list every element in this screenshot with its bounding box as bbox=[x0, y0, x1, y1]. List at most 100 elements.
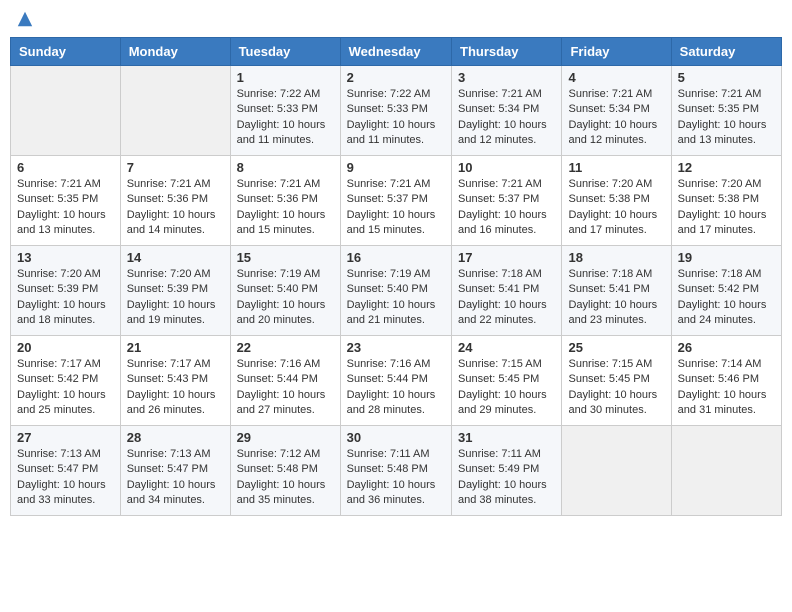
day-info: Sunrise: 7:21 AMSunset: 5:34 PMDaylight:… bbox=[568, 87, 664, 149]
calendar-day-cell: 15 Sunrise: 7:19 AMSunset: 5:40 PMDayligh… bbox=[230, 246, 340, 336]
day-of-week-header: Sunday bbox=[11, 38, 121, 66]
day-number: 3 bbox=[458, 70, 555, 85]
day-info: Sunrise: 7:15 AMSunset: 5:45 PMDaylight:… bbox=[568, 357, 664, 419]
day-info: Sunrise: 7:15 AMSunset: 5:45 PMDaylight:… bbox=[458, 357, 555, 419]
calendar-day-cell: 12Sunrise: 7:20 AMSunset: 5:38 PMDayligh… bbox=[671, 156, 781, 246]
day-info: Sunrise: 7:20 AMSunset: 5:38 PMDaylight:… bbox=[568, 177, 664, 239]
day-info: Sunrise: 7:21 AMSunset: 5:37 PMDaylight:… bbox=[458, 177, 555, 239]
calendar-day-cell: 2 Sunrise: 7:22 AMSunset: 5:33 PMDaylight… bbox=[340, 66, 451, 156]
calendar-day-cell: 25 Sunrise: 7:15 AMSunset: 5:45 PMDayligh… bbox=[562, 336, 671, 426]
day-number: 27 bbox=[17, 430, 114, 445]
day-number: 13 bbox=[17, 250, 114, 265]
day-number: 20 bbox=[17, 340, 114, 355]
day-info: Sunrise: 7:17 AMSunset: 5:42 PMDaylight:… bbox=[17, 357, 114, 419]
day-info: Sunrise: 7:22 AMSunset: 5:33 PMDaylight:… bbox=[347, 87, 445, 149]
day-info: Sunrise: 7:11 AMSunset: 5:49 PMDaylight:… bbox=[458, 447, 555, 509]
calendar-day-cell: 28 Sunrise: 7:13 AMSunset: 5:47 PMDayligh… bbox=[120, 426, 230, 516]
day-info: Sunrise: 7:21 AMSunset: 5:35 PMDaylight:… bbox=[678, 87, 775, 149]
day-number: 28 bbox=[127, 430, 224, 445]
calendar-day-cell: 5 Sunrise: 7:21 AMSunset: 5:35 PMDaylight… bbox=[671, 66, 781, 156]
calendar-week-row: 27 Sunrise: 7:13 AMSunset: 5:47 PMDayligh… bbox=[11, 426, 782, 516]
logo bbox=[14, 10, 34, 33]
day-of-week-header: Monday bbox=[120, 38, 230, 66]
day-info: Sunrise: 7:19 AMSunset: 5:40 PMDaylight:… bbox=[347, 267, 445, 329]
day-number: 26 bbox=[678, 340, 775, 355]
day-number: 1 bbox=[237, 70, 334, 85]
day-of-week-header: Friday bbox=[562, 38, 671, 66]
calendar-day-cell bbox=[562, 426, 671, 516]
calendar-day-cell: 23 Sunrise: 7:16 AMSunset: 5:44 PMDayligh… bbox=[340, 336, 451, 426]
calendar-day-cell: 17Sunrise: 7:18 AMSunset: 5:41 PMDayligh… bbox=[452, 246, 562, 336]
calendar-day-cell: 6 Sunrise: 7:21 AMSunset: 5:35 PMDaylight… bbox=[11, 156, 121, 246]
day-info: Sunrise: 7:14 AMSunset: 5:46 PMDaylight:… bbox=[678, 357, 775, 419]
calendar-week-row: 20 Sunrise: 7:17 AMSunset: 5:42 PMDayligh… bbox=[11, 336, 782, 426]
calendar-day-cell: 31Sunrise: 7:11 AMSunset: 5:49 PMDayligh… bbox=[452, 426, 562, 516]
calendar-day-cell: 21 Sunrise: 7:17 AMSunset: 5:43 PMDayligh… bbox=[120, 336, 230, 426]
day-info: Sunrise: 7:18 AMSunset: 5:41 PMDaylight:… bbox=[568, 267, 664, 329]
day-number: 7 bbox=[127, 160, 224, 175]
day-number: 9 bbox=[347, 160, 445, 175]
calendar-day-cell: 9 Sunrise: 7:21 AMSunset: 5:37 PMDaylight… bbox=[340, 156, 451, 246]
day-number: 14 bbox=[127, 250, 224, 265]
day-info: Sunrise: 7:21 AMSunset: 5:36 PMDaylight:… bbox=[237, 177, 334, 239]
day-number: 29 bbox=[237, 430, 334, 445]
day-info: Sunrise: 7:16 AMSunset: 5:44 PMDaylight:… bbox=[347, 357, 445, 419]
day-number: 17 bbox=[458, 250, 555, 265]
calendar-day-cell: 14 Sunrise: 7:20 AMSunset: 5:39 PMDayligh… bbox=[120, 246, 230, 336]
day-number: 21 bbox=[127, 340, 224, 355]
day-info: Sunrise: 7:21 AMSunset: 5:37 PMDaylight:… bbox=[347, 177, 445, 239]
calendar-day-cell: 30 Sunrise: 7:11 AMSunset: 5:48 PMDayligh… bbox=[340, 426, 451, 516]
day-info: Sunrise: 7:20 AMSunset: 5:39 PMDaylight:… bbox=[127, 267, 224, 329]
day-info: Sunrise: 7:18 AMSunset: 5:42 PMDaylight:… bbox=[678, 267, 775, 329]
calendar-day-cell: 20 Sunrise: 7:17 AMSunset: 5:42 PMDayligh… bbox=[11, 336, 121, 426]
day-of-week-header: Tuesday bbox=[230, 38, 340, 66]
calendar-day-cell: 29 Sunrise: 7:12 AMSunset: 5:48 PMDayligh… bbox=[230, 426, 340, 516]
calendar-week-row: 1 Sunrise: 7:22 AMSunset: 5:33 PMDaylight… bbox=[11, 66, 782, 156]
calendar-day-cell: 8 Sunrise: 7:21 AMSunset: 5:36 PMDaylight… bbox=[230, 156, 340, 246]
day-info: Sunrise: 7:20 AMSunset: 5:39 PMDaylight:… bbox=[17, 267, 114, 329]
day-number: 15 bbox=[237, 250, 334, 265]
calendar-week-row: 6 Sunrise: 7:21 AMSunset: 5:35 PMDaylight… bbox=[11, 156, 782, 246]
logo-icon bbox=[16, 10, 34, 28]
day-info: Sunrise: 7:13 AMSunset: 5:47 PMDaylight:… bbox=[127, 447, 224, 509]
day-number: 19 bbox=[678, 250, 775, 265]
day-info: Sunrise: 7:12 AMSunset: 5:48 PMDaylight:… bbox=[237, 447, 334, 509]
calendar-day-cell: 27 Sunrise: 7:13 AMSunset: 5:47 PMDayligh… bbox=[11, 426, 121, 516]
day-info: Sunrise: 7:22 AMSunset: 5:33 PMDaylight:… bbox=[237, 87, 334, 149]
day-info: Sunrise: 7:21 AMSunset: 5:34 PMDaylight:… bbox=[458, 87, 555, 149]
calendar-day-cell: 10 Sunrise: 7:21 AMSunset: 5:37 PMDayligh… bbox=[452, 156, 562, 246]
calendar-day-cell: 7 Sunrise: 7:21 AMSunset: 5:36 PMDaylight… bbox=[120, 156, 230, 246]
day-number: 4 bbox=[568, 70, 664, 85]
day-number: 11 bbox=[568, 160, 664, 175]
day-number: 5 bbox=[678, 70, 775, 85]
day-of-week-header: Thursday bbox=[452, 38, 562, 66]
day-info: Sunrise: 7:21 AMSunset: 5:35 PMDaylight:… bbox=[17, 177, 114, 239]
day-number: 10 bbox=[458, 160, 555, 175]
page-header bbox=[10, 10, 782, 33]
day-info: Sunrise: 7:11 AMSunset: 5:48 PMDaylight:… bbox=[347, 447, 445, 509]
calendar-day-cell: 3 Sunrise: 7:21 AMSunset: 5:34 PMDaylight… bbox=[452, 66, 562, 156]
day-number: 23 bbox=[347, 340, 445, 355]
calendar-day-cell: 11 Sunrise: 7:20 AMSunset: 5:38 PMDayligh… bbox=[562, 156, 671, 246]
calendar-day-cell: 24 Sunrise: 7:15 AMSunset: 5:45 PMDayligh… bbox=[452, 336, 562, 426]
day-number: 25 bbox=[568, 340, 664, 355]
day-info: Sunrise: 7:21 AMSunset: 5:36 PMDaylight:… bbox=[127, 177, 224, 239]
day-number: 8 bbox=[237, 160, 334, 175]
day-number: 2 bbox=[347, 70, 445, 85]
day-info: Sunrise: 7:17 AMSunset: 5:43 PMDaylight:… bbox=[127, 357, 224, 419]
day-info: Sunrise: 7:13 AMSunset: 5:47 PMDaylight:… bbox=[17, 447, 114, 509]
calendar-day-cell: 22Sunrise: 7:16 AMSunset: 5:44 PMDayligh… bbox=[230, 336, 340, 426]
calendar-day-cell: 13 Sunrise: 7:20 AMSunset: 5:39 PMDayligh… bbox=[11, 246, 121, 336]
calendar-day-cell bbox=[120, 66, 230, 156]
day-number: 12 bbox=[678, 160, 775, 175]
calendar-day-cell: 18Sunrise: 7:18 AMSunset: 5:41 PMDayligh… bbox=[562, 246, 671, 336]
day-number: 6 bbox=[17, 160, 114, 175]
calendar-day-cell: 16Sunrise: 7:19 AMSunset: 5:40 PMDayligh… bbox=[340, 246, 451, 336]
day-info: Sunrise: 7:19 AMSunset: 5:40 PMDaylight:… bbox=[237, 267, 334, 329]
calendar-day-cell: 19 Sunrise: 7:18 AMSunset: 5:42 PMDayligh… bbox=[671, 246, 781, 336]
day-number: 30 bbox=[347, 430, 445, 445]
day-number: 24 bbox=[458, 340, 555, 355]
day-number: 22 bbox=[237, 340, 334, 355]
calendar-day-cell bbox=[11, 66, 121, 156]
calendar-day-cell: 26 Sunrise: 7:14 AMSunset: 5:46 PMDayligh… bbox=[671, 336, 781, 426]
